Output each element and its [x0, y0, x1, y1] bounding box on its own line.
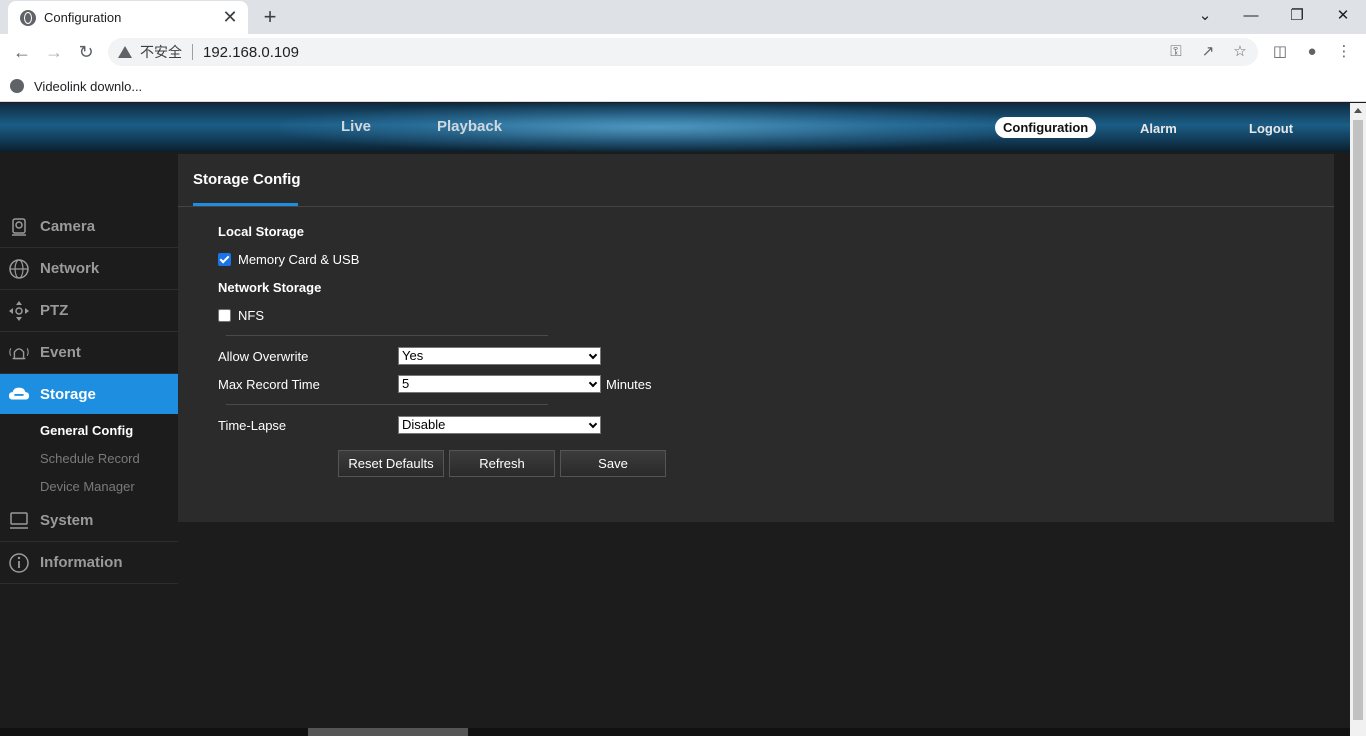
new-tab-button[interactable]: +	[258, 3, 282, 31]
time-lapse-label: Time-Lapse	[218, 418, 287, 433]
sidebar-item-label: Information	[40, 554, 123, 571]
vertical-scrollbar[interactable]	[1350, 103, 1366, 736]
memory-card-label: Memory Card & USB	[238, 252, 360, 267]
allow-overwrite-select[interactable]: Yes	[398, 347, 601, 365]
close-tab-icon[interactable]: ✕	[220, 7, 240, 27]
section-divider	[226, 404, 548, 405]
nfs-row: NFS	[218, 308, 264, 323]
horizontal-scroll-thumb[interactable]	[308, 728, 468, 736]
bell-icon	[8, 342, 30, 364]
forward-arrow-icon[interactable]: →	[40, 38, 68, 66]
allow-overwrite-label: Allow Overwrite	[218, 349, 309, 364]
browser-tab-bar: Configuration ✕ + ⌄ — ❐ ✕	[0, 0, 1366, 34]
warning-icon[interactable]	[118, 46, 132, 58]
chevron-down-icon	[588, 419, 598, 429]
back-arrow-icon[interactable]: ←	[8, 38, 36, 66]
memory-card-row: Memory Card & USB	[218, 252, 359, 267]
sidebar-item-ptz[interactable]: PTZ	[0, 290, 178, 332]
section-divider	[226, 335, 548, 336]
star-icon[interactable]: ☆	[1226, 38, 1254, 66]
info-icon	[8, 552, 30, 574]
browser-tab[interactable]: Configuration ✕	[8, 1, 248, 34]
globe-icon	[10, 79, 24, 93]
max-record-time-label: Max Record Time	[218, 377, 320, 392]
time-lapse-value: Disable	[402, 417, 446, 432]
memory-card-checkbox[interactable]	[218, 253, 231, 266]
refresh-button[interactable]: Refresh	[449, 450, 555, 477]
camera-icon	[8, 216, 30, 238]
sidebar-item-information[interactable]: Information	[0, 542, 178, 584]
max-record-time-value: 5	[402, 376, 410, 391]
minimize-button[interactable]: —	[1228, 2, 1274, 30]
max-record-time-select[interactable]: 5	[398, 375, 601, 393]
profile-icon[interactable]: ●	[1298, 38, 1326, 66]
chevron-down-icon	[588, 350, 598, 360]
insecure-label[interactable]: 不安全	[140, 42, 182, 62]
globe-icon	[20, 9, 36, 26]
sidebar: Camera Network PTZ Event Storage General…	[0, 152, 187, 736]
panel-tab-bar: Storage Config	[178, 154, 1334, 207]
address-bar: ← → ↻ 不安全 192.168.0.109 ⚿ ↗ ☆ ◫ ● ⋮	[0, 34, 1366, 70]
app-header: Live Playback Configuration Alarm Logout	[0, 103, 1350, 152]
share-icon[interactable]: ↗	[1194, 38, 1222, 66]
nav-playback[interactable]: Playback	[437, 118, 502, 135]
menu-dots-icon[interactable]: ⋮	[1330, 38, 1358, 66]
tab-title: Configuration	[44, 10, 122, 25]
sidebar-item-label: PTZ	[40, 302, 69, 319]
nav-live[interactable]: Live	[341, 118, 371, 135]
nav-logout[interactable]: Logout	[1249, 121, 1293, 136]
sidebar-item-camera[interactable]: Camera	[0, 206, 178, 248]
sidebar-item-label: Event	[40, 344, 81, 361]
save-button[interactable]: Save	[560, 450, 666, 477]
omnibox-separator	[192, 44, 193, 60]
active-tab-underline	[193, 203, 298, 206]
sidebar-item-label: Network	[40, 260, 100, 277]
sidebar-item-label: Camera	[40, 218, 96, 235]
bookmarks-bar: Videolink downlo...	[0, 70, 1366, 102]
horizontal-scrollbar[interactable]	[0, 728, 1350, 736]
url-omnibox[interactable]: 不安全 192.168.0.109	[108, 38, 1258, 66]
sidebar-subitem-device-manager[interactable]: Device Manager	[40, 479, 135, 494]
sidebar-item-label: System	[40, 512, 94, 529]
reload-icon[interactable]: ↻	[72, 38, 100, 66]
network-storage-title: Network Storage	[218, 280, 322, 295]
vertical-scroll-thumb[interactable]	[1353, 120, 1363, 720]
sidebar-item-storage[interactable]: Storage	[0, 374, 187, 414]
nfs-checkbox[interactable]	[218, 309, 231, 322]
close-window-button[interactable]: ✕	[1320, 2, 1366, 30]
minutes-unit-label: Minutes	[606, 377, 652, 392]
sidebar-item-network[interactable]: Network	[0, 248, 178, 290]
nav-alarm[interactable]: Alarm	[1140, 121, 1177, 136]
storage-config-panel: Storage Config Local Storage Memory Card…	[178, 154, 1334, 522]
sidebar-item-system[interactable]: System	[0, 500, 178, 542]
tab-storage-config[interactable]: Storage Config	[193, 171, 301, 188]
sidebar-subitem-general-config[interactable]: General Config	[40, 423, 133, 438]
sidebar-subitem-schedule-record[interactable]: Schedule Record	[40, 451, 140, 466]
bookmark-label: Videolink downlo...	[34, 78, 143, 94]
ptz-icon	[8, 300, 30, 322]
time-lapse-select[interactable]: Disable	[398, 416, 601, 434]
nav-configuration[interactable]: Configuration	[995, 117, 1097, 138]
side-panel-icon[interactable]: ◫	[1266, 38, 1294, 66]
cloud-icon	[8, 383, 30, 405]
key-icon[interactable]: ⚿	[1162, 38, 1190, 66]
restore-button[interactable]: ❐	[1274, 2, 1320, 30]
local-storage-title: Local Storage	[218, 224, 304, 239]
tab-search-icon[interactable]: ⌄	[1182, 2, 1228, 30]
reset-defaults-button[interactable]: Reset Defaults	[338, 450, 444, 477]
allow-overwrite-value: Yes	[402, 348, 424, 363]
bookmark-item[interactable]: Videolink downlo...	[10, 75, 142, 97]
scroll-up-icon[interactable]	[1354, 108, 1362, 113]
globe-icon	[8, 258, 30, 280]
sidebar-item-event[interactable]: Event	[0, 332, 178, 374]
url-text[interactable]: 192.168.0.109	[203, 44, 299, 61]
sidebar-item-label: Storage	[40, 385, 96, 403]
chevron-down-icon	[588, 378, 598, 388]
monitor-icon	[8, 510, 30, 532]
nfs-label: NFS	[238, 308, 264, 323]
